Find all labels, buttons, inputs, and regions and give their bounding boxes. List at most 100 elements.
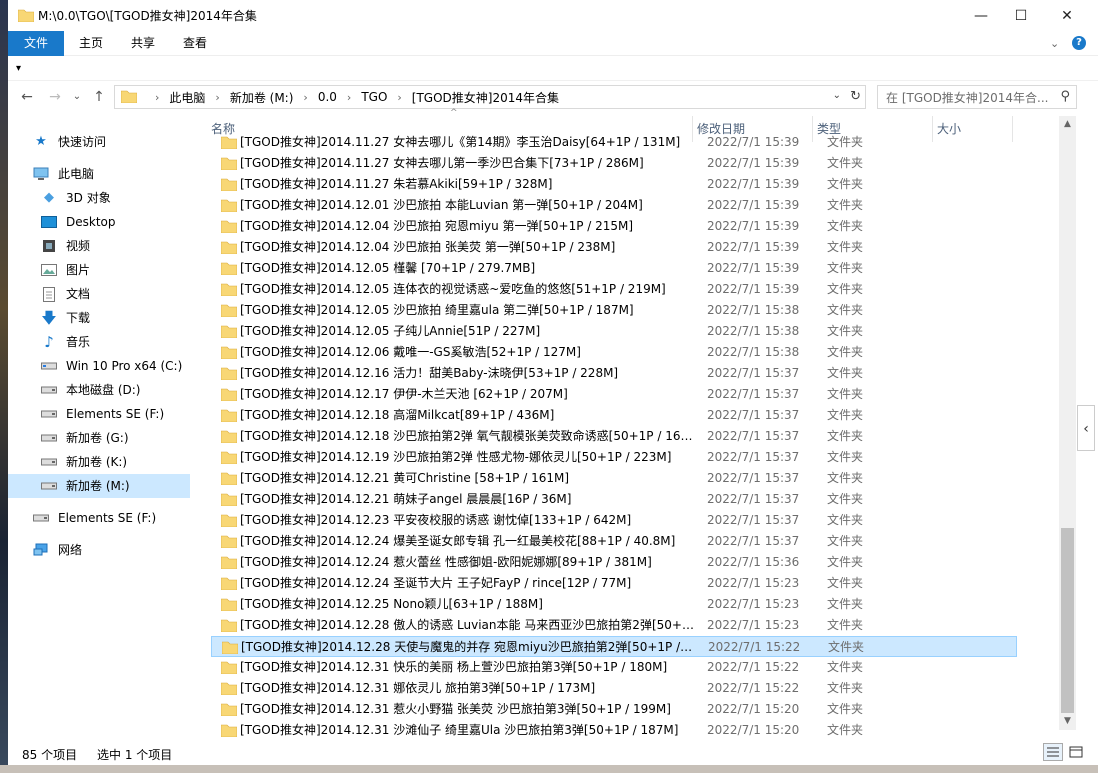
desktop-background-bottom — [0, 765, 1098, 773]
folder-icon — [17, 8, 35, 25]
file-row[interactable]: [TGOD推女神]2014.12.18 高溜Milkcat[89+1P / 43… — [211, 405, 1017, 426]
breadcrumb-separator-icon[interactable]: › — [303, 91, 307, 104]
breadcrumb-drive-m[interactable]: 新加卷 (M:) — [230, 89, 294, 106]
file-row[interactable]: [TGOD推女神]2014.11.27 女神去哪儿《第14期》李玉治Daisy[… — [211, 132, 1017, 153]
sidebar-item-drive-k[interactable]: 新加卷 (K:) — [40, 450, 127, 474]
sidebar-item-pictures[interactable]: 图片 — [40, 258, 90, 282]
sidebar-item-this-pc[interactable]: 此电脑 — [32, 162, 94, 186]
sidebar-item-desktop[interactable]: Desktop — [40, 210, 116, 234]
sidebar-item-quick-access[interactable]: ★ 快速访问 — [32, 130, 106, 154]
details-view-button[interactable] — [1043, 743, 1063, 761]
address-history-icon[interactable]: ⌄ — [833, 90, 841, 101]
help-icon[interactable]: ? — [1072, 36, 1086, 50]
breadcrumb-folder-00[interactable]: 0.0 — [318, 90, 337, 104]
file-row[interactable]: [TGOD推女神]2014.12.05 子纯儿Annie[51P / 227M]… — [211, 321, 1017, 342]
file-name: [TGOD推女神]2014.12.05 沙巴旅拍 绮里嘉ula 第二弹[50+1… — [240, 303, 634, 317]
tab-view[interactable]: 查看 — [176, 31, 214, 56]
file-row[interactable]: [TGOD推女神]2014.12.18 沙巴旅拍第2弹 氧气靓模张美荧致命诱惑[… — [211, 426, 1017, 447]
file-row[interactable]: [TGOD推女神]2014.12.31 沙滩仙子 绮里嘉Ula 沙巴旅拍第3弹[… — [211, 720, 1017, 740]
file-row[interactable]: [TGOD推女神]2014.12.24 惹火蕾丝 性感御姐-欧阳妮娜娜[89+1… — [211, 552, 1017, 573]
tab-share[interactable]: 共享 — [124, 31, 162, 56]
file-row[interactable]: [TGOD推女神]2014.12.01 沙巴旅拍 本能Luvian 第一弹[50… — [211, 195, 1017, 216]
file-row[interactable]: [TGOD推女神]2014.11.27 朱若慕Akiki[59+1P / 328… — [211, 174, 1017, 195]
title-bar[interactable]: M:\0.0\TGO\[TGOD推女神]2014年合集 — ☐ ✕ — [8, 0, 1098, 31]
file-row[interactable]: [TGOD推女神]2014.12.05 沙巴旅拍 绮里嘉ula 第二弹[50+1… — [211, 300, 1017, 321]
breadcrumb-current-folder[interactable]: [TGOD推女神]2014年合集 — [412, 89, 559, 106]
preview-pane-toggle[interactable]: ‹ — [1077, 405, 1095, 451]
sidebar-item-music[interactable]: ♪ 音乐 — [40, 330, 90, 354]
back-button[interactable]: ← — [18, 88, 36, 106]
file-name: [TGOD推女神]2014.12.21 萌妹子angel 晨晨晨[16P / 3… — [240, 492, 572, 506]
file-row[interactable]: [TGOD推女神]2014.12.28 傲人的诱惑 Luvian本能 马来西亚沙… — [211, 615, 1017, 636]
file-row[interactable]: [TGOD推女神]2014.12.17 伊伊-木兰天池 [62+1P / 207… — [211, 384, 1017, 405]
breadcrumb-separator-icon[interactable]: › — [155, 91, 159, 104]
file-name: [TGOD推女神]2014.12.01 沙巴旅拍 本能Luvian 第一弹[50… — [240, 198, 643, 212]
arrow-left-icon: ← — [21, 89, 33, 105]
breadcrumb-folder-tgo[interactable]: TGO — [361, 90, 387, 104]
file-row[interactable]: [TGOD推女神]2014.12.16 活力！甜美Baby-沫晓伊[53+1P … — [211, 363, 1017, 384]
file-row[interactable]: [TGOD推女神]2014.12.06 戴唯一-GS奚敏浩[52+1P / 12… — [211, 342, 1017, 363]
sidebar-item-drive-f[interactable]: Elements SE (F:) — [40, 402, 164, 426]
customize-toolbar-icon[interactable]: ▾ — [16, 63, 21, 74]
scrollbar-thumb[interactable] — [1061, 528, 1074, 713]
file-row[interactable]: [TGOD推女神]2014.12.04 沙巴旅拍 宛恩miyu 第一弹[50+1… — [211, 216, 1017, 237]
vertical-scrollbar[interactable]: ▲ ▼ — [1059, 116, 1076, 730]
breadcrumb-separator-icon[interactable]: › — [397, 91, 401, 104]
sidebar-item-drive-c[interactable]: Win 10 Pro x64 (C:) — [40, 354, 182, 378]
file-row[interactable]: [TGOD推女神]2014.12.04 沙巴旅拍 张美荧 第一弹[50+1P /… — [211, 237, 1017, 258]
file-name: [TGOD推女神]2014.11.27 女神去哪儿《第14期》李玉治Daisy[… — [240, 135, 681, 149]
file-row[interactable]: [TGOD推女神]2014.12.25 Nono颖儿[63+1P / 188M]… — [211, 594, 1017, 615]
file-row[interactable]: [TGOD推女神]2014.12.31 快乐的美丽 杨上萱沙巴旅拍第3弹[50+… — [211, 657, 1017, 678]
file-modified-date: 2022/7/1 15:39 — [707, 177, 800, 191]
sidebar-item-drive-m[interactable]: 新加卷 (M:) — [8, 474, 190, 498]
up-button[interactable]: ↑ — [90, 88, 108, 106]
file-modified-date: 2022/7/1 15:37 — [707, 429, 800, 443]
address-bar[interactable]: › 此电脑 › 新加卷 (M:) › 0.0 › TGO › [TGOD推女神]… — [114, 85, 866, 109]
breadcrumb-separator-icon[interactable]: › — [347, 91, 351, 104]
sidebar-item-elements-se[interactable]: Elements SE (F:) — [32, 506, 156, 530]
sidebar-item-drive-d[interactable]: 本地磁盘 (D:) — [40, 378, 140, 402]
tab-file[interactable]: 文件 — [8, 31, 64, 56]
file-row[interactable]: [TGOD推女神]2014.12.31 惹火小野猫 张美荧 沙巴旅拍第3弹[50… — [211, 699, 1017, 720]
file-name: [TGOD推女神]2014.12.28 天使与魔鬼的并存 宛恩miyu沙巴旅拍第… — [241, 640, 695, 654]
drive-icon — [32, 510, 50, 526]
sidebar-item-3d-objects[interactable]: ◆ 3D 对象 — [40, 186, 111, 210]
file-type: 文件夹 — [827, 723, 864, 737]
file-type: 文件夹 — [827, 555, 864, 569]
file-row[interactable]: [TGOD推女神]2014.12.31 娜依灵儿 旅拍第3弹[50+1P / 1… — [211, 678, 1017, 699]
search-box[interactable]: 在 [TGOD推女神]2014年合... ⚲ — [877, 85, 1077, 109]
breadcrumb-separator-icon[interactable]: › — [215, 91, 219, 104]
breadcrumb-this-pc[interactable]: 此电脑 — [169, 89, 205, 106]
sidebar-item-label: 3D 对象 — [66, 191, 111, 205]
file-row[interactable]: [TGOD推女神]2014.12.19 沙巴旅拍第2弹 性感尤物-娜依灵儿[50… — [211, 447, 1017, 468]
file-row[interactable]: [TGOD推女神]2014.12.05 连体衣的视觉诱惑~爱吃鱼的悠悠[51+1… — [211, 279, 1017, 300]
file-row[interactable]: [TGOD推女神]2014.12.05 槿馨 [70+1P / 279.7MB]… — [211, 258, 1017, 279]
refresh-icon[interactable]: ↻ — [850, 89, 861, 104]
scroll-up-icon[interactable]: ▲ — [1059, 116, 1076, 133]
file-modified-date: 2022/7/1 15:36 — [707, 555, 800, 569]
file-row[interactable]: [TGOD推女神]2014.12.23 平安夜校服的诱惑 谢忱倬[133+1P … — [211, 510, 1017, 531]
file-row[interactable]: [TGOD推女神]2014.12.28 天使与魔鬼的并存 宛恩miyu沙巴旅拍第… — [211, 636, 1017, 657]
details-view-icon — [1047, 747, 1059, 757]
recent-locations-button[interactable]: ⌄ — [68, 88, 86, 106]
sidebar-item-network[interactable]: 网络 — [32, 538, 82, 562]
file-row[interactable]: [TGOD推女神]2014.12.24 爆美圣诞女郎专辑 孔一红最美校花[88+… — [211, 531, 1017, 552]
cube-icon: ◆ — [44, 190, 54, 205]
sidebar-item-videos[interactable]: 视频 — [40, 234, 90, 258]
maximize-button[interactable]: ☐ — [998, 0, 1044, 31]
close-button[interactable]: ✕ — [1044, 0, 1090, 31]
file-type: 文件夹 — [827, 450, 864, 464]
scroll-down-icon[interactable]: ▼ — [1059, 713, 1076, 730]
forward-button[interactable]: → — [46, 88, 64, 106]
large-icons-view-button[interactable] — [1066, 743, 1086, 761]
file-row[interactable]: [TGOD推女神]2014.12.24 圣诞节大片 王子妃FayP / rinc… — [211, 573, 1017, 594]
file-type: 文件夹 — [827, 492, 864, 506]
file-row[interactable]: [TGOD推女神]2014.12.21 萌妹子angel 晨晨晨[16P / 3… — [211, 489, 1017, 510]
sidebar-item-drive-g[interactable]: 新加卷 (G:) — [40, 426, 129, 450]
sidebar-item-documents[interactable]: 文档 — [40, 282, 90, 306]
file-row[interactable]: [TGOD推女神]2014.11.27 女神去哪儿第一季沙巴合集下[73+1P … — [211, 153, 1017, 174]
sidebar-item-downloads[interactable]: 🡇 下载 — [40, 306, 90, 330]
file-row[interactable]: [TGOD推女神]2014.12.21 黄可Christine [58+1P /… — [211, 468, 1017, 489]
ribbon-expand-icon[interactable]: ⌄ — [1050, 37, 1059, 50]
tab-home[interactable]: 主页 — [72, 31, 110, 56]
